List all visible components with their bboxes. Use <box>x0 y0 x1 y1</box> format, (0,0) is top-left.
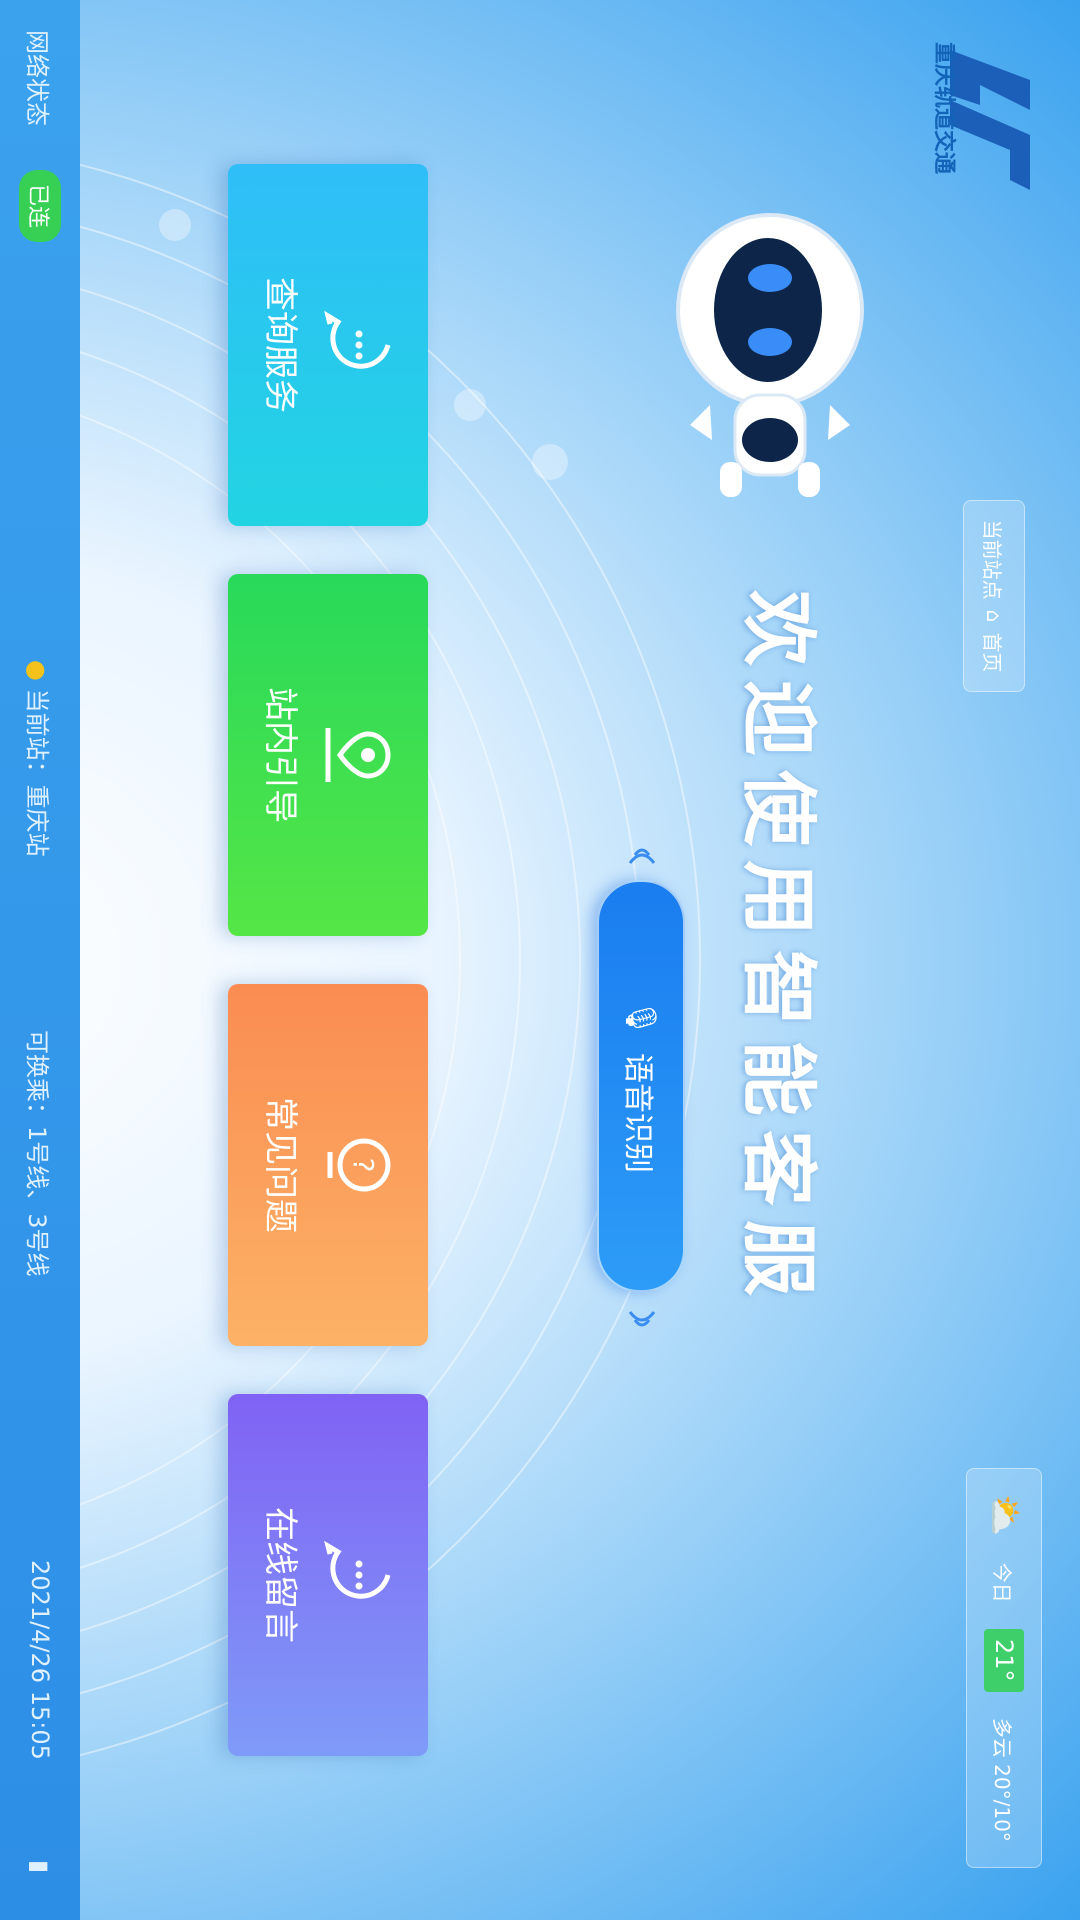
screen: 重庆轨道交通 当前站点 ⌂ 首页 ⛅ 今日 21° 多云 20°/10° 欢迎使… <box>0 0 1080 1920</box>
temperature-badge: 21° <box>984 1629 1024 1692</box>
home-icon[interactable]: ⌂ <box>982 610 1006 623</box>
network-status-label: 网络状态 <box>23 30 52 126</box>
datetime: 2021/4/26 15:05 <box>26 1560 54 1760</box>
card-query-service[interactable]: 查询服务 <box>228 164 428 526</box>
breadcrumb: 当前站点 ⌂ 首页 <box>963 500 1025 692</box>
metro-logo-text: 重庆轨道交通 <box>931 42 956 175</box>
current-station-label: 当前站：重庆站 <box>23 688 52 857</box>
cloudy-sun-icon: ⛅ <box>984 1494 1024 1537</box>
voice-recognition-button[interactable]: 🎙 语音识别 <box>597 880 685 1292</box>
signal-icon: ▮ <box>26 1860 54 1874</box>
weather-day-label: 今日 <box>990 1562 1015 1603</box>
chat-bubble-icon <box>324 310 391 369</box>
card-faq[interactable]: ? 常见问题 <box>228 984 428 1346</box>
robot-mascot <box>676 213 864 497</box>
weather-condition: 多云 20°/10° <box>990 1717 1015 1842</box>
transfer-lines: 可换乘：1号线、3号线 <box>23 1030 52 1277</box>
card-station-guide[interactable]: 站内引导 <box>228 574 428 936</box>
current-station: ● 当前站：重庆站 <box>23 660 58 857</box>
card-label: 站内引导 <box>260 687 301 823</box>
svg-text:?: ? <box>348 1158 381 1173</box>
card-label: 在线留言 <box>260 1507 301 1643</box>
location-pin-icon: ● <box>23 660 52 681</box>
card-label: 常见问题 <box>260 1097 301 1233</box>
weather-widget: ⛅ 今日 21° 多云 20°/10° <box>966 1468 1042 1868</box>
page-title: 欢迎使用智能客服 <box>734 590 823 1310</box>
network-status-badge: 已连 <box>19 170 61 243</box>
chat-bubble-icon <box>324 1540 391 1599</box>
card-online-message[interactable]: 在线留言 <box>228 1394 428 1756</box>
breadcrumb-station: 当前站点 <box>980 519 1005 600</box>
status-bar: 网络状态 已连 ● 当前站：重庆站 可换乘：1号线、3号线 2021/4/26 … <box>0 0 80 1920</box>
map-pin-icon <box>326 728 392 782</box>
voice-recognition-label: 语音识别 <box>620 1053 655 1174</box>
home-link[interactable]: 首页 <box>980 632 1009 672</box>
question-icon: ? <box>328 1138 391 1192</box>
sound-wave-right-icon <box>628 1311 656 1327</box>
sound-wave-left-icon <box>628 848 656 864</box>
card-label: 查询服务 <box>260 277 301 413</box>
microphone-icon: 🎙 <box>623 998 659 1038</box>
